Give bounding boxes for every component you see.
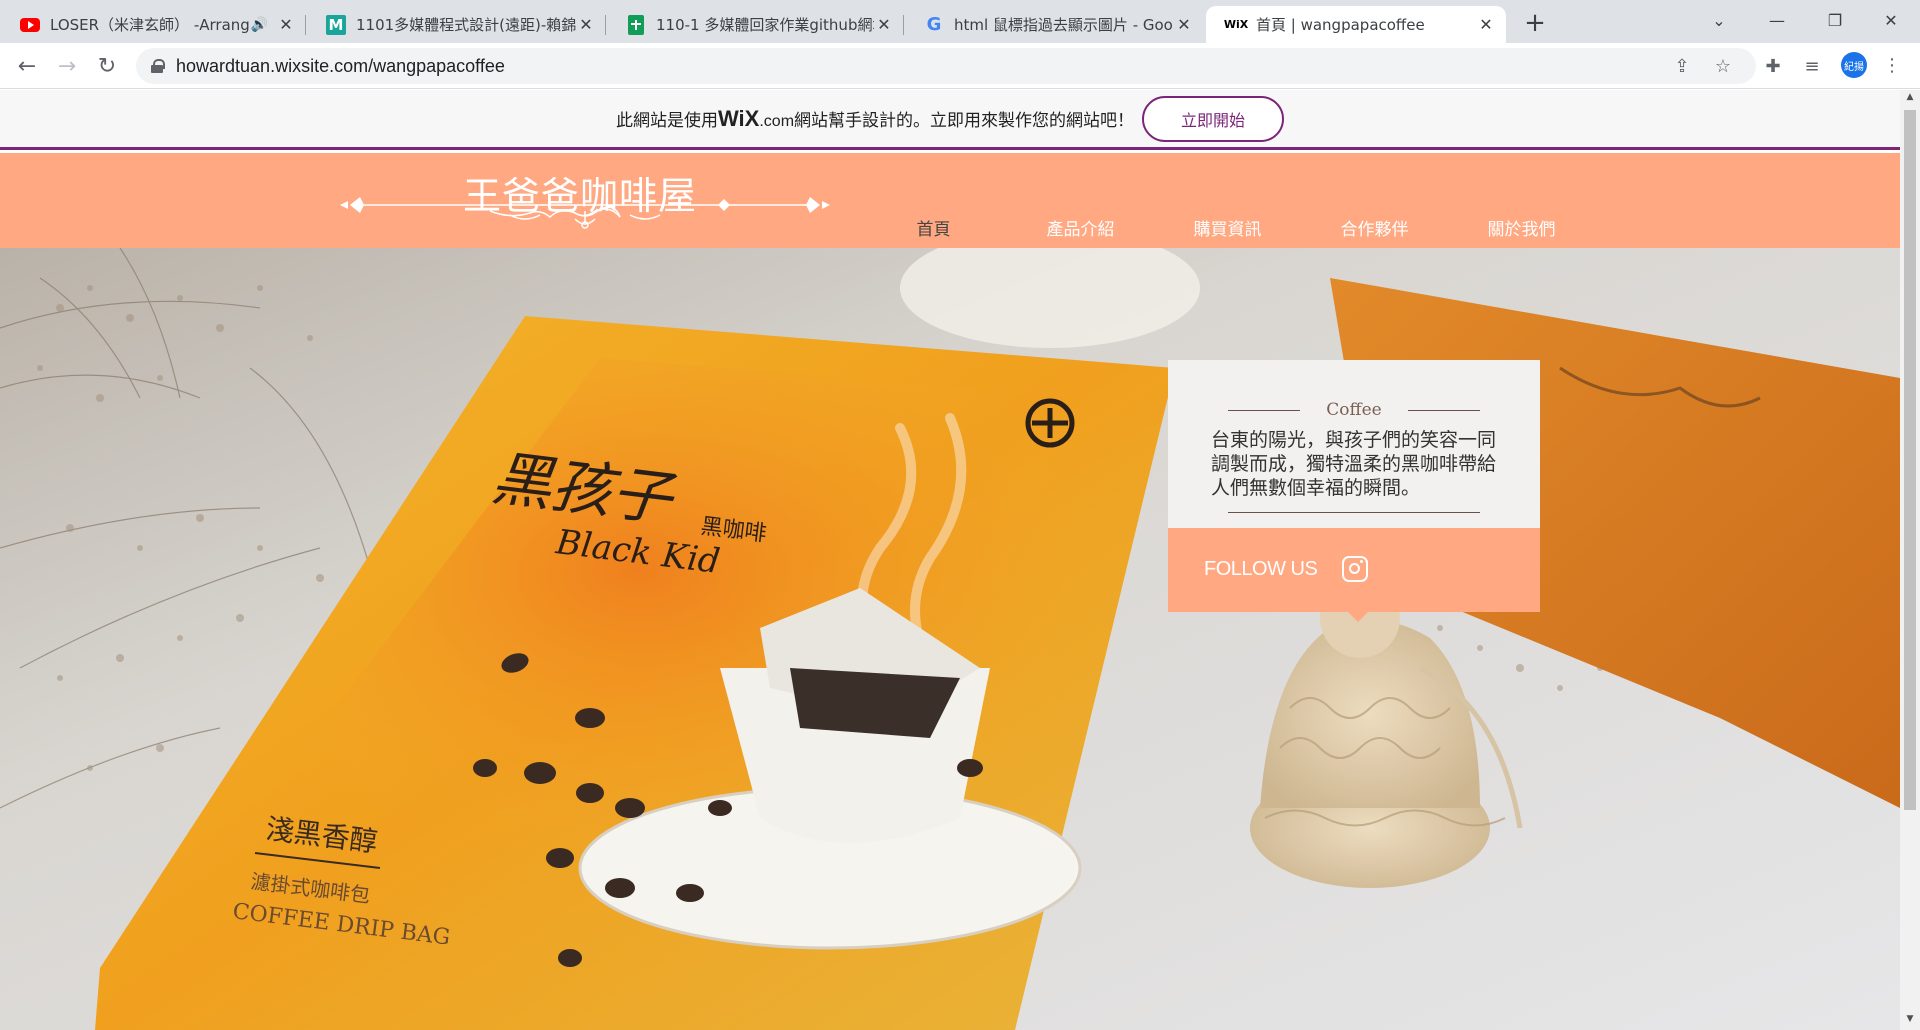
hero-image: 黑孩子 黑咖啡 Black Kid 淺黑香醇 濾掛式咖啡包 COFFEE DRI… [0, 248, 1900, 1030]
start-now-button[interactable]: 立即開始 [1142, 95, 1285, 142]
close-tab-icon[interactable]: ✕ [874, 15, 894, 35]
follow-us-bar: FOLLOW US [1168, 528, 1540, 612]
wix-banner-message: 此網站是使用WiX.com網站幫手設計的。立即用來製作您的網站吧！ [615, 105, 1135, 131]
nav-products[interactable]: 產品介紹 [1007, 215, 1154, 240]
pointer-arrow [1348, 612, 1368, 622]
new-tab-button[interactable]: + [1520, 8, 1550, 38]
wix-logo: WiX [717, 105, 760, 131]
reload-icon[interactable]: ↻ [92, 51, 122, 81]
info-heading: Coffee [1326, 400, 1382, 420]
site-nav: 首頁 產品介紹 購買資訊 合作夥伴 關於我們 [860, 215, 1595, 240]
browser-tab[interactable]: LOSER（米津玄師） -Arrang 🔊 ✕ [0, 6, 306, 43]
site-header: 王爸爸咖啡屋 首頁 產品介紹 購買資訊 合作夥伴 關於我們 [0, 153, 1900, 248]
nav-about[interactable]: 關於我們 [1448, 215, 1595, 240]
nav-home[interactable]: 首頁 [860, 215, 1007, 240]
profile-avatar[interactable]: 紀揚 [1841, 52, 1867, 78]
media-control-icon[interactable]: ≡ [1801, 55, 1823, 77]
scroll-up-icon[interactable]: ▲ [1904, 92, 1916, 104]
address-bar[interactable]: howardtuan.wixsite.com/wangpapacoffee [136, 48, 1756, 84]
site-title[interactable]: 王爸爸咖啡屋 [463, 165, 697, 220]
browser-toolbar: ← → ↻ howardtuan.wixsite.com/wangpapacof… [0, 43, 1920, 89]
instagram-icon[interactable] [1342, 556, 1368, 582]
url-text[interactable]: howardtuan.wixsite.com/wangpapacoffee [176, 56, 505, 77]
m-icon: M [326, 14, 346, 35]
back-icon[interactable]: ← [12, 51, 42, 81]
lock-icon[interactable] [150, 59, 165, 73]
tab-title: html 鼠標指過去顯示圖片 - Goo [954, 16, 1173, 34]
share-icon[interactable]: ⇪ [1671, 55, 1693, 77]
tab-search-icon[interactable]: ⌄ [1690, 0, 1748, 40]
audio-icon[interactable]: 🔊 [251, 17, 268, 33]
browser-tab-active[interactable]: WiX 首頁 | wangpapacoffee ✕ [1206, 6, 1506, 43]
forward-icon[interactable]: → [52, 51, 82, 81]
info-description: 台東的陽光，與孩子們的笑容一同調製而成，獨特溫柔的黑咖啡帶給人們無數個幸福的瞬間… [1211, 429, 1497, 499]
close-tab-icon[interactable]: ✕ [1476, 15, 1496, 35]
youtube-icon [20, 15, 40, 35]
hero-photo: 黑孩子 黑咖啡 Black Kid 淺黑香醇 濾掛式咖啡包 COFFEE DRI… [0, 248, 1900, 1030]
sheets-icon [626, 14, 646, 35]
close-tab-icon[interactable]: ✕ [576, 15, 596, 35]
tab-title: 110-1 多媒體回家作業github網址 [656, 16, 874, 34]
close-window-button[interactable]: ✕ [1862, 0, 1920, 40]
browser-tab[interactable]: M 1101多媒體程式設計(遠距)-賴錦 ✕ [306, 6, 606, 43]
close-tab-icon[interactable]: ✕ [1174, 15, 1194, 35]
follow-us-label: FOLLOW US [1204, 558, 1318, 580]
browser-tab[interactable]: 110-1 多媒體回家作業github網址 ✕ [606, 6, 904, 43]
restore-button[interactable]: ❐ [1806, 0, 1864, 40]
nav-partners[interactable]: 合作夥伴 [1301, 215, 1448, 240]
browser-tabstrip: LOSER（米津玄師） -Arrang 🔊 ✕ M 1101多媒體程式設計(遠距… [0, 0, 1920, 43]
tab-title: LOSER（米津玄師） -Arrang [50, 16, 250, 34]
tab-title: 首頁 | wangpapacoffee [1256, 16, 1425, 34]
minimize-button[interactable]: — [1748, 0, 1806, 40]
coffee-info-card: Coffee 台東的陽光，與孩子們的笑容一同調製而成，獨特溫柔的黑咖啡帶給人們無… [1168, 360, 1540, 622]
bookmark-star-icon[interactable]: ☆ [1712, 55, 1734, 77]
tab-title: 1101多媒體程式設計(遠距)-賴錦 [356, 16, 576, 34]
page-viewport: 此網站是使用WiX.com網站幫手設計的。立即用來製作您的網站吧！ 立即開始 王… [0, 90, 1900, 1030]
wix-ad-banner: 此網站是使用WiX.com網站幫手設計的。立即用來製作您的網站吧！ 立即開始 [0, 90, 1900, 150]
nav-purchase[interactable]: 購買資訊 [1154, 215, 1301, 240]
menu-icon[interactable]: ⋮ [1883, 55, 1901, 76]
page-scrollbar[interactable]: ▲ ▼ [1900, 90, 1920, 1030]
close-tab-icon[interactable]: ✕ [276, 15, 296, 35]
scroll-thumb[interactable] [1904, 110, 1916, 810]
google-icon: G [926, 14, 942, 35]
extensions-icon[interactable]: ✚ [1762, 55, 1784, 77]
wix-icon: WiX [1223, 18, 1249, 31]
scroll-down-icon[interactable]: ▼ [1904, 1014, 1916, 1026]
browser-tab[interactable]: G html 鼠標指過去顯示圖片 - Goo ✕ [904, 6, 1204, 43]
